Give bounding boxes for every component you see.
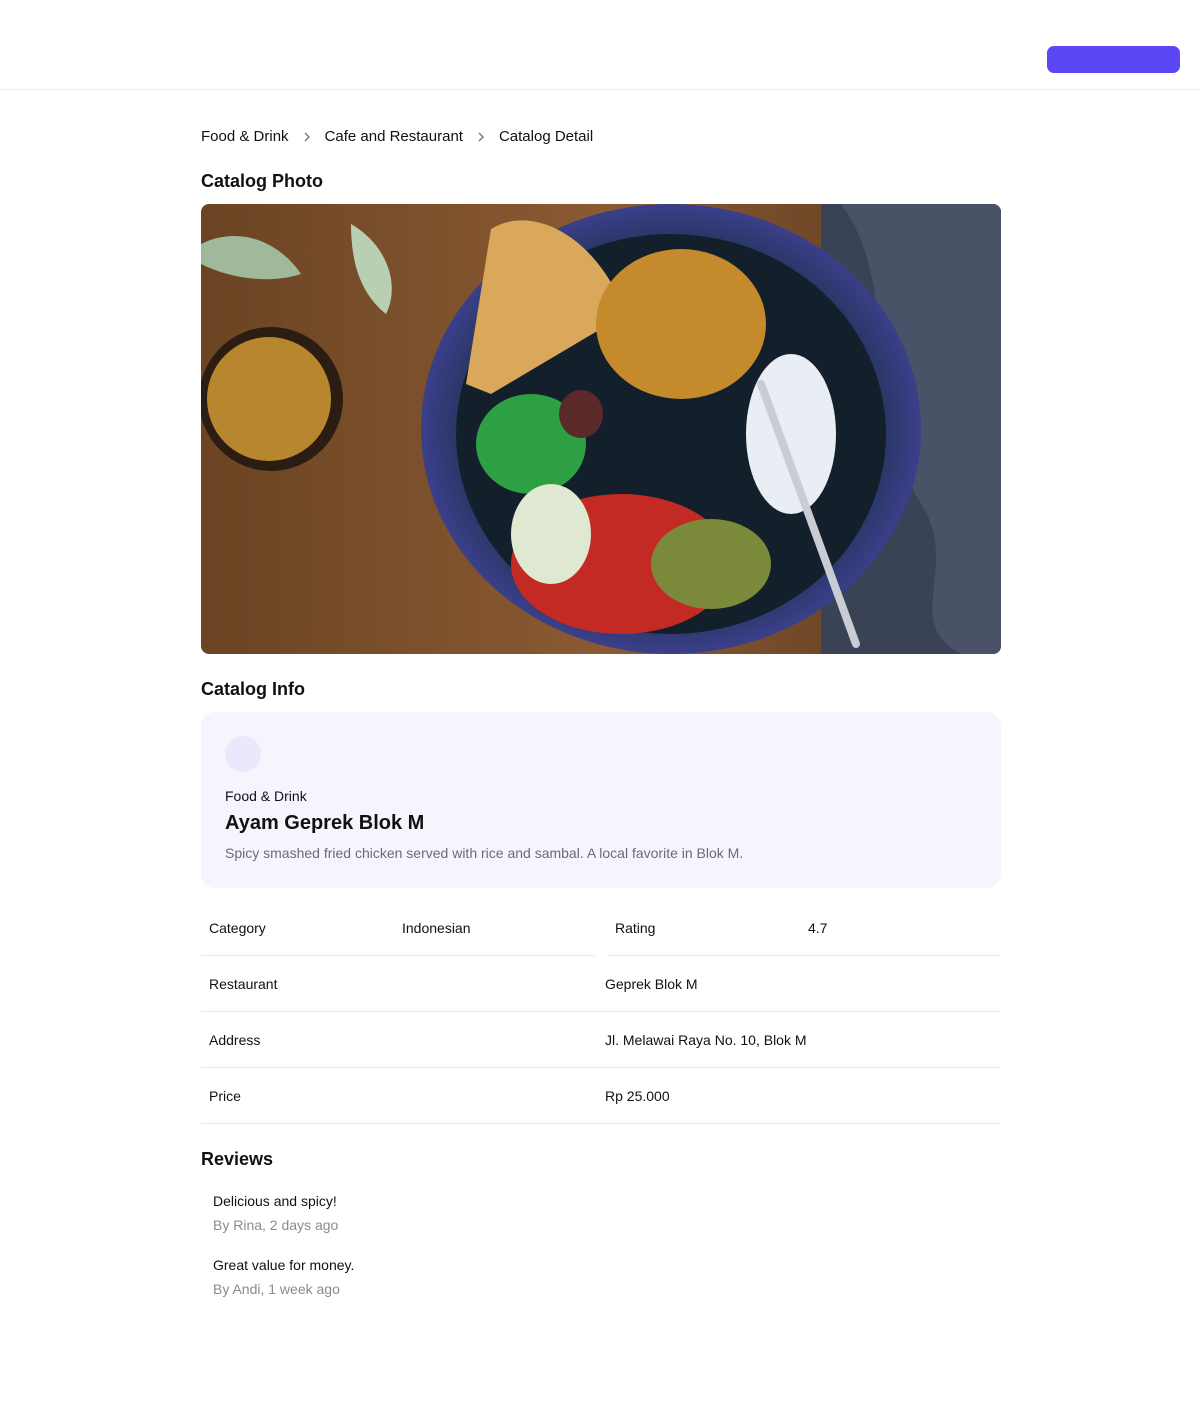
- catalog-details-table: Category Indonesian Rating 4.7 Restauran…: [201, 900, 1001, 1124]
- primary-action-button[interactable]: [1047, 46, 1180, 73]
- chevron-right-icon: [463, 128, 499, 145]
- review-meta: By Andi, 1 week ago: [213, 1281, 340, 1297]
- rating-label: Rating: [615, 920, 656, 936]
- price-label: Price: [209, 1088, 241, 1104]
- address-value: Jl. Melawai Raya No. 10, Blok M: [605, 1032, 807, 1048]
- category-label: Category: [209, 920, 266, 936]
- details-row-category-rating: Category Indonesian Rating 4.7: [201, 900, 1001, 956]
- catalog-category-label: Food & Drink: [225, 788, 307, 804]
- restaurant-label: Restaurant: [209, 976, 278, 992]
- price-value: Rp 25.000: [605, 1088, 670, 1104]
- avatar: [225, 736, 261, 772]
- details-row-address: Address Jl. Melawai Raya No. 10, Blok M: [201, 1012, 1001, 1068]
- review-item: Great value for money. By Andi, 1 week a…: [213, 1257, 354, 1297]
- breadcrumb: Food & Drink Cafe and Restaurant Catalog…: [201, 128, 593, 145]
- catalog-info-card: Food & Drink Ayam Geprek Blok M Spicy sm…: [201, 712, 1001, 888]
- catalog-name: Ayam Geprek Blok M: [225, 812, 425, 834]
- breadcrumb-item-catalog-detail: Catalog Detail: [498, 128, 594, 145]
- reviews-heading: Reviews: [201, 1149, 274, 1169]
- catalog-photo: [201, 204, 1001, 654]
- review-item: Delicious and spicy! By Rina, 2 days ago: [213, 1193, 338, 1233]
- chevron-right-icon: [289, 128, 325, 145]
- review-text: Great value for money.: [213, 1257, 355, 1273]
- catalog-photo-heading: Catalog Photo: [201, 171, 323, 191]
- rating-value: 4.7: [808, 920, 828, 936]
- top-navigation-bar: [0, 0, 1201, 90]
- breadcrumb-item-food-drink[interactable]: Food & Drink: [201, 128, 289, 145]
- address-label: Address: [209, 1032, 261, 1048]
- details-row-restaurant: Restaurant Geprek Blok M: [201, 956, 1001, 1012]
- restaurant-value: Geprek Blok M: [605, 976, 698, 992]
- review-meta: By Rina, 2 days ago: [213, 1217, 339, 1233]
- review-text: Delicious and spicy!: [213, 1193, 337, 1209]
- breadcrumb-item-cafe-restaurant[interactable]: Cafe and Restaurant: [325, 128, 463, 145]
- catalog-info-heading: Catalog Info: [201, 679, 305, 699]
- category-value: Indonesian: [402, 920, 471, 936]
- details-row-price: Price Rp 25.000: [201, 1068, 1001, 1124]
- catalog-description: Spicy smashed fried chicken served with …: [225, 845, 744, 861]
- row-divider: [201, 1123, 1001, 1124]
